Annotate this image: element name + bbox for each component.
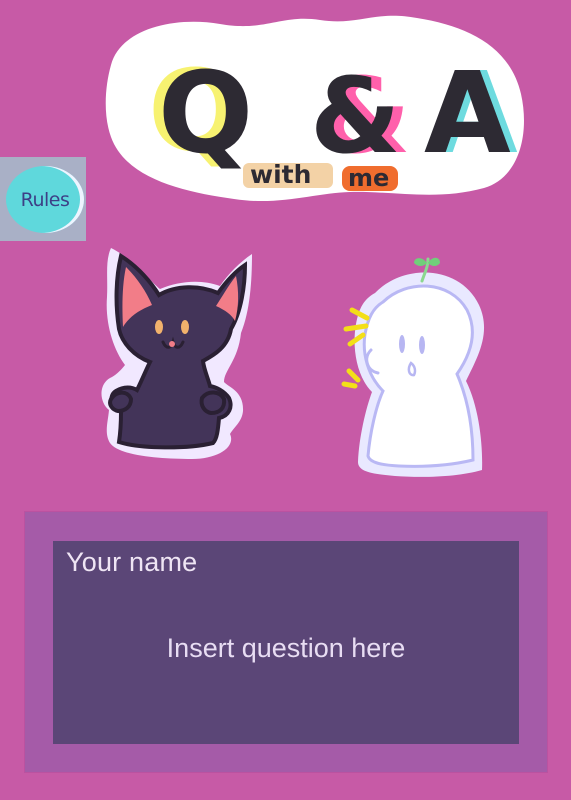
name-input[interactable]: Your name	[66, 547, 197, 578]
question-form-panel: Your name Insert question here	[25, 512, 547, 772]
ghost-illustration	[341, 257, 485, 477]
rules-icon: Rules	[6, 166, 84, 233]
title-letter-amp: &	[310, 55, 401, 177]
cat-left-paw	[108, 390, 134, 414]
cat-right-eye	[181, 320, 189, 334]
ghost-body	[362, 284, 475, 468]
subtitle-group: with me	[243, 160, 398, 192]
ghost-sprout-leaf-right	[428, 257, 440, 266]
ghost-right-eye	[419, 336, 425, 354]
subtitle-with: with	[250, 160, 311, 189]
title-letter-q: Q	[158, 49, 253, 179]
ghost-icon	[328, 255, 498, 485]
qa-banner-art: Q & A Q & A with me	[105, 15, 524, 202]
question-form-card: Your name Insert question here	[53, 541, 519, 744]
cat-left-eye	[155, 320, 163, 334]
cat-illustration	[101, 248, 253, 459]
qa-banner: Q & A Q & A with me	[100, 8, 530, 208]
cat-icon	[88, 225, 258, 475]
cat-nose	[169, 341, 175, 347]
rules-label: Rules	[20, 188, 70, 211]
excitement-mark-5	[341, 381, 358, 389]
ghost-sprout-leaf-left	[414, 258, 427, 266]
ghost-left-eye	[399, 335, 405, 353]
cat-right-paw	[199, 390, 227, 416]
question-input[interactable]: Insert question here	[53, 633, 519, 664]
excitement-mark-2	[343, 323, 369, 332]
title-letter-a: A	[424, 49, 511, 179]
rules-button[interactable]: Rules	[0, 157, 86, 241]
excitement-mark-4	[346, 368, 361, 383]
subtitle-me: me	[348, 164, 389, 192]
